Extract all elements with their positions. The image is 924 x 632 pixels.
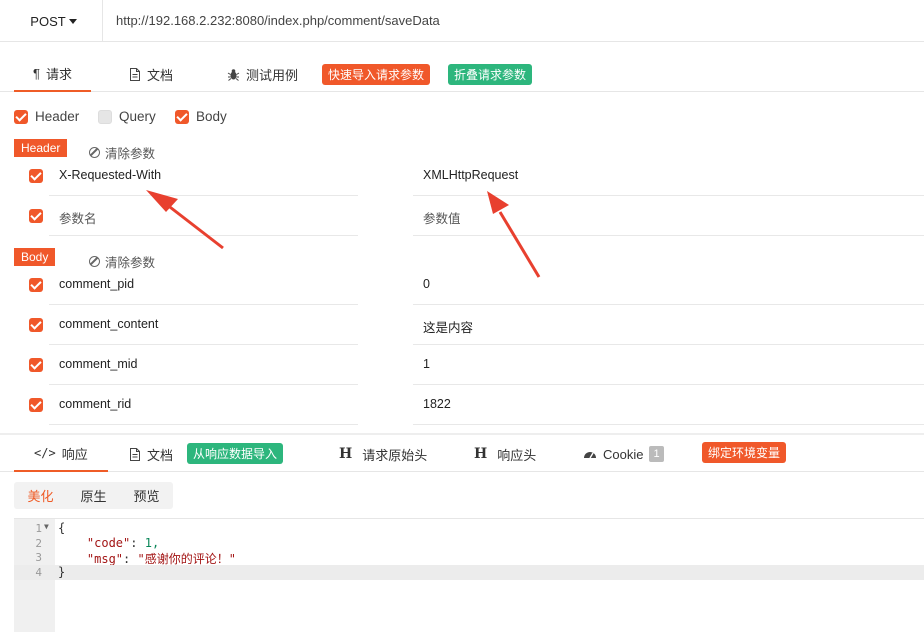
- code-line: 3 "msg": "感谢你的评论！": [14, 550, 924, 566]
- param-value[interactable]: 这是内容: [423, 317, 473, 336]
- tab-response-headers[interactable]: H 响应头: [474, 436, 536, 472]
- code-line: 2 "code": 1,: [14, 536, 924, 551]
- import-from-response-button[interactable]: 从响应数据导入: [187, 443, 284, 464]
- tab-response[interactable]: </> 响应: [14, 436, 108, 472]
- cookie-count-badge: 1: [649, 446, 664, 462]
- tab-test-cases[interactable]: 测试用例: [227, 56, 298, 92]
- filter-label: Body: [196, 109, 227, 124]
- line-number: 3: [35, 551, 42, 564]
- filter-label: Query: [119, 109, 156, 124]
- method-select[interactable]: POST: [5, 0, 103, 42]
- json-key: "code": [86, 536, 131, 550]
- param-key-input[interactable]: 参数名: [59, 208, 97, 227]
- tab-request[interactable]: ¶ 请求: [14, 56, 91, 92]
- param-key[interactable]: comment_mid: [59, 357, 138, 371]
- row-checkbox[interactable]: [29, 358, 43, 372]
- header-section-label: Header: [14, 139, 68, 157]
- url-bar: POST http://192.168.2.232:8080/index.php…: [0, 0, 924, 42]
- code-icon: </>: [34, 446, 56, 460]
- checkbox-icon[interactable]: [14, 109, 28, 124]
- table-row: 参数名 参数值: [0, 196, 924, 236]
- fold-icon[interactable]: ▼: [44, 522, 49, 531]
- gauge-icon: [584, 452, 596, 459]
- tab-label: 文档: [147, 447, 174, 463]
- checkbox-icon[interactable]: [98, 109, 112, 124]
- param-value[interactable]: 0: [423, 277, 430, 291]
- filter-header[interactable]: Header: [14, 109, 79, 124]
- tab-response-docs[interactable]: 文档: [129, 436, 173, 472]
- heading-icon: H: [474, 446, 488, 462]
- json-key: "msg": [86, 552, 124, 566]
- table-row: comment_content 这是内容: [0, 305, 924, 345]
- tab-raw-request-headers[interactable]: H 请求原始头: [339, 436, 427, 472]
- tab-label: 响应: [61, 446, 88, 462]
- param-value[interactable]: XMLHttpRequest: [423, 168, 518, 182]
- line-number: 1: [35, 522, 42, 535]
- row-checkbox[interactable]: [29, 278, 43, 292]
- filter-query[interactable]: Query: [98, 109, 156, 124]
- view-mode-pretty[interactable]: 美化: [14, 486, 67, 505]
- quick-import-button[interactable]: 快速导入请求参数: [322, 64, 431, 85]
- row-checkbox[interactable]: [29, 398, 43, 412]
- code-line: 1 ▼ {: [14, 521, 924, 536]
- body-section-label: Body: [14, 248, 56, 266]
- tab-label: 请求: [45, 66, 72, 82]
- tab-label: 测试用例: [246, 67, 299, 83]
- row-checkbox[interactable]: [29, 318, 43, 332]
- method-label: POST: [30, 13, 66, 29]
- param-filters: Header Query Body: [0, 104, 924, 128]
- tab-cookie[interactable]: Cookie 1: [583, 436, 664, 472]
- document-icon: [130, 447, 140, 461]
- filter-label: Header: [35, 109, 80, 124]
- tab-label: Cookie: [603, 446, 644, 462]
- code-line: 4 }: [14, 565, 924, 580]
- json-value: "感谢你的评论！": [137, 552, 236, 566]
- tab-label: 响应头: [497, 447, 537, 463]
- collapse-params-button[interactable]: 折叠请求参数: [448, 64, 533, 85]
- tab-label: 请求原始头: [362, 447, 428, 463]
- param-key[interactable]: X-Requested-With: [59, 168, 161, 182]
- paragraph-icon: ¶: [33, 65, 40, 81]
- table-row: comment_pid 0: [0, 265, 924, 305]
- heading-icon: H: [339, 446, 353, 462]
- response-editor[interactable]: 1 ▼ { 2 "code": 1, 3 "msg": "感谢你的评论！" 4 …: [14, 518, 924, 632]
- param-value[interactable]: 1822: [423, 397, 451, 411]
- table-row: comment_mid 1: [0, 345, 924, 385]
- param-key[interactable]: comment_pid: [59, 277, 134, 291]
- bind-env-variable-button[interactable]: 绑定环境变量: [702, 442, 787, 463]
- table-row: X-Requested-With XMLHttpRequest: [0, 156, 924, 196]
- code-text: }: [58, 565, 66, 579]
- checkbox-icon[interactable]: [175, 109, 189, 124]
- filter-body[interactable]: Body: [175, 109, 227, 124]
- row-checkbox[interactable]: [29, 209, 43, 223]
- param-key[interactable]: comment_rid: [59, 397, 131, 411]
- url-input[interactable]: http://192.168.2.232:8080/index.php/comm…: [116, 13, 440, 28]
- view-mode-raw[interactable]: 原生: [67, 486, 120, 505]
- code-text: {: [58, 521, 66, 535]
- view-mode-preview[interactable]: 预览: [120, 486, 173, 505]
- line-number: 4: [35, 566, 42, 579]
- tab-docs[interactable]: 文档: [129, 56, 173, 92]
- param-key[interactable]: comment_content: [59, 317, 158, 331]
- table-row: comment_rid 1822: [0, 385, 924, 425]
- view-mode-switch: 美化 原生 预览: [14, 482, 173, 509]
- bug-icon: [227, 68, 240, 81]
- response-tabbar: </> 响应 文档 从响应数据导入 H 请求原始头 H 响应头 Cookie 1…: [0, 436, 924, 472]
- json-value: 1,: [144, 536, 160, 550]
- document-icon: [130, 67, 140, 81]
- chevron-down-icon: [68, 18, 77, 24]
- tab-label: 文档: [147, 67, 174, 83]
- param-value[interactable]: 1: [423, 357, 430, 371]
- row-checkbox[interactable]: [29, 169, 43, 183]
- panel-divider: [0, 433, 924, 435]
- request-tabbar: ¶ 请求 文档 测试用例 快速导入请求参数 折叠请求参数: [0, 56, 924, 92]
- line-number: 2: [35, 537, 42, 550]
- param-value-input[interactable]: 参数值: [423, 208, 461, 227]
